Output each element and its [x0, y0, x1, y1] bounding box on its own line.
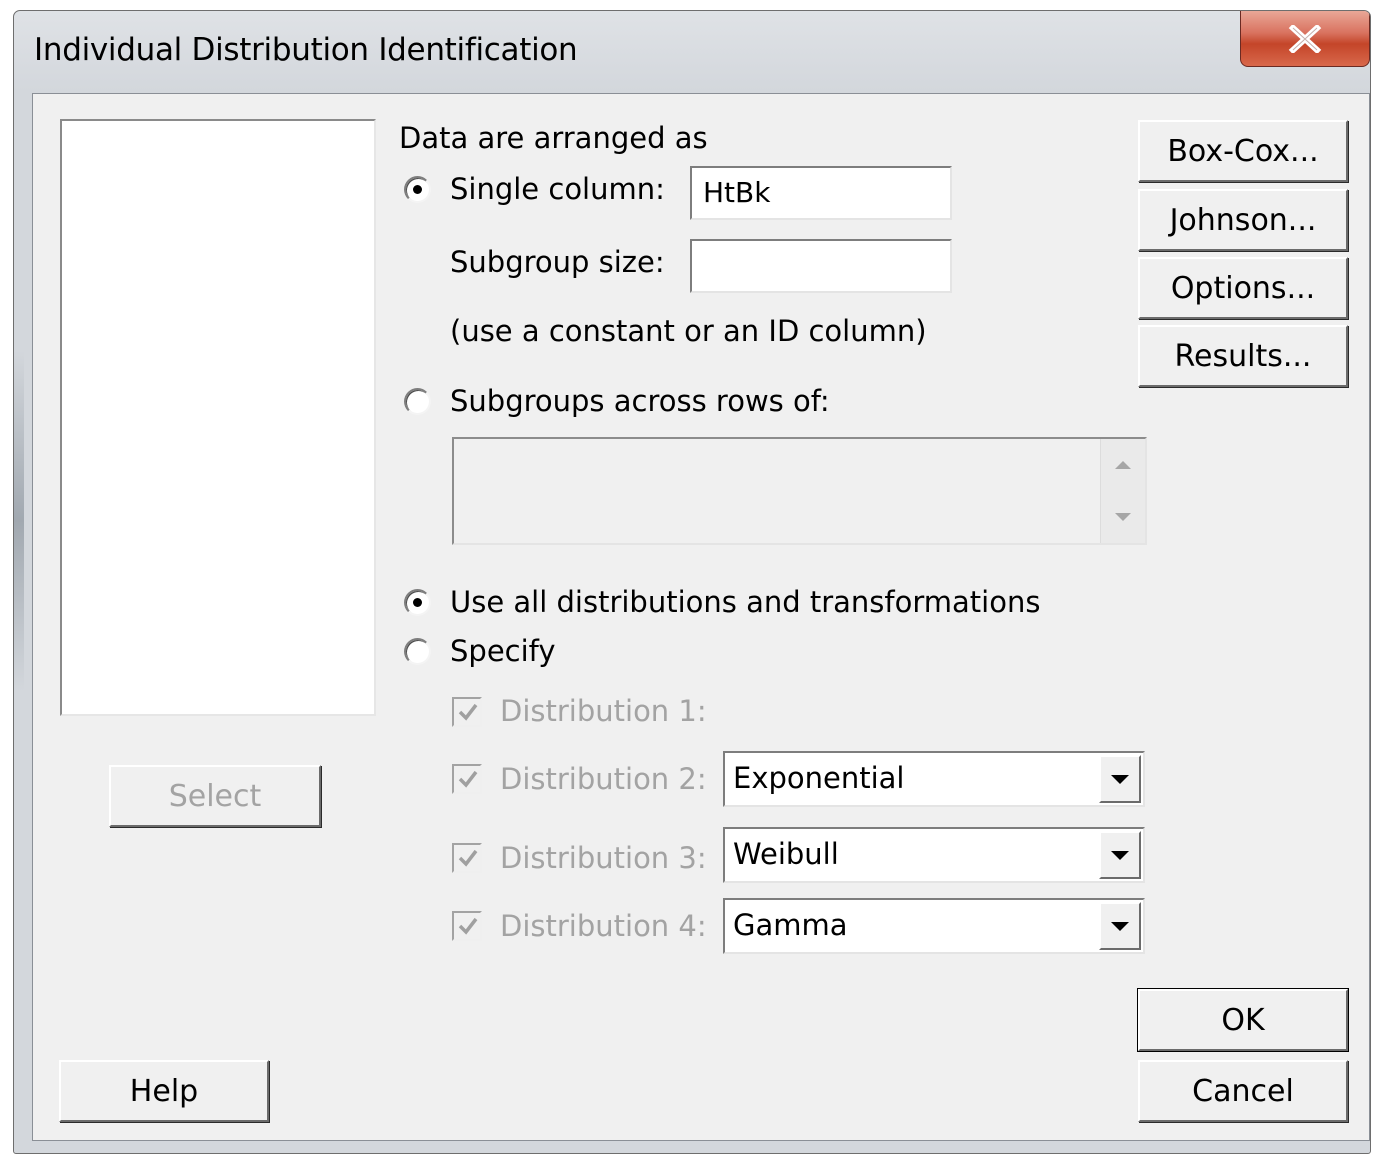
- distribution-4-select[interactable]: Gamma: [723, 898, 1145, 954]
- subgroups-across-label: Subgroups across rows of:: [450, 384, 830, 418]
- options-button[interactable]: Options...: [1138, 257, 1348, 319]
- chevron-down-icon[interactable]: [1099, 755, 1141, 803]
- cancel-button[interactable]: Cancel: [1138, 1060, 1348, 1122]
- subgroup-size-label: Subgroup size:: [450, 245, 665, 279]
- subgroups-scrollbar[interactable]: [1100, 439, 1145, 543]
- subgroups-across-radio[interactable]: [404, 388, 431, 415]
- distribution-2-checkbox[interactable]: [452, 764, 482, 794]
- single-column-input[interactable]: HtBk: [690, 166, 952, 220]
- subgroup-size-input[interactable]: [690, 239, 952, 293]
- use-all-radio[interactable]: [404, 589, 431, 616]
- distribution-4-checkbox[interactable]: [452, 911, 482, 941]
- johnson-button[interactable]: Johnson...: [1138, 189, 1348, 251]
- distribution-2-select[interactable]: Exponential: [723, 751, 1145, 807]
- data-arranged-heading: Data are arranged as: [399, 121, 708, 155]
- single-column-label: Single column:: [450, 172, 665, 206]
- checkmark-icon: [458, 703, 478, 721]
- select-button[interactable]: Select: [109, 765, 321, 827]
- checkmark-icon: [458, 849, 478, 867]
- chevron-down-icon[interactable]: [1099, 902, 1141, 950]
- ok-button[interactable]: OK: [1137, 988, 1349, 1052]
- single-column-radio[interactable]: [404, 176, 431, 203]
- specify-label: Specify: [450, 634, 556, 668]
- dialog-window: Individual Distribution Identification S…: [13, 10, 1371, 1154]
- use-all-label: Use all distributions and transformation…: [450, 585, 1041, 619]
- distribution-1-checkbox[interactable]: [452, 697, 482, 727]
- scroll-up-icon[interactable]: [1115, 461, 1131, 469]
- distribution-3-checkbox[interactable]: [452, 843, 482, 873]
- scroll-down-icon[interactable]: [1115, 513, 1131, 521]
- distribution-4-label: Distribution 4:: [500, 909, 707, 943]
- close-button[interactable]: [1240, 11, 1370, 67]
- distribution-2-value: Exponential: [733, 761, 905, 795]
- subgroups-across-input[interactable]: [452, 437, 1147, 545]
- column-list[interactable]: [60, 119, 376, 716]
- box-cox-button[interactable]: Box-Cox...: [1138, 120, 1348, 182]
- close-icon: [1288, 24, 1322, 53]
- distribution-3-select[interactable]: Weibull: [723, 827, 1145, 883]
- results-button[interactable]: Results...: [1138, 325, 1348, 387]
- distribution-1-label: Distribution 1:: [500, 694, 707, 728]
- window-title: Individual Distribution Identification: [34, 32, 578, 68]
- distribution-2-label: Distribution 2:: [500, 762, 707, 796]
- help-button[interactable]: Help: [59, 1060, 269, 1122]
- checkmark-icon: [458, 917, 478, 935]
- checkmark-icon: [458, 770, 478, 788]
- specify-radio[interactable]: [404, 638, 431, 665]
- distribution-4-value: Gamma: [733, 908, 848, 942]
- subgroup-hint: (use a constant or an ID column): [450, 314, 927, 348]
- distribution-3-value: Weibull: [733, 837, 839, 871]
- distribution-3-label: Distribution 3:: [500, 841, 707, 875]
- dialog-client-area: Select Data are arranged as Single colum…: [32, 93, 1370, 1141]
- chevron-down-icon[interactable]: [1099, 831, 1141, 879]
